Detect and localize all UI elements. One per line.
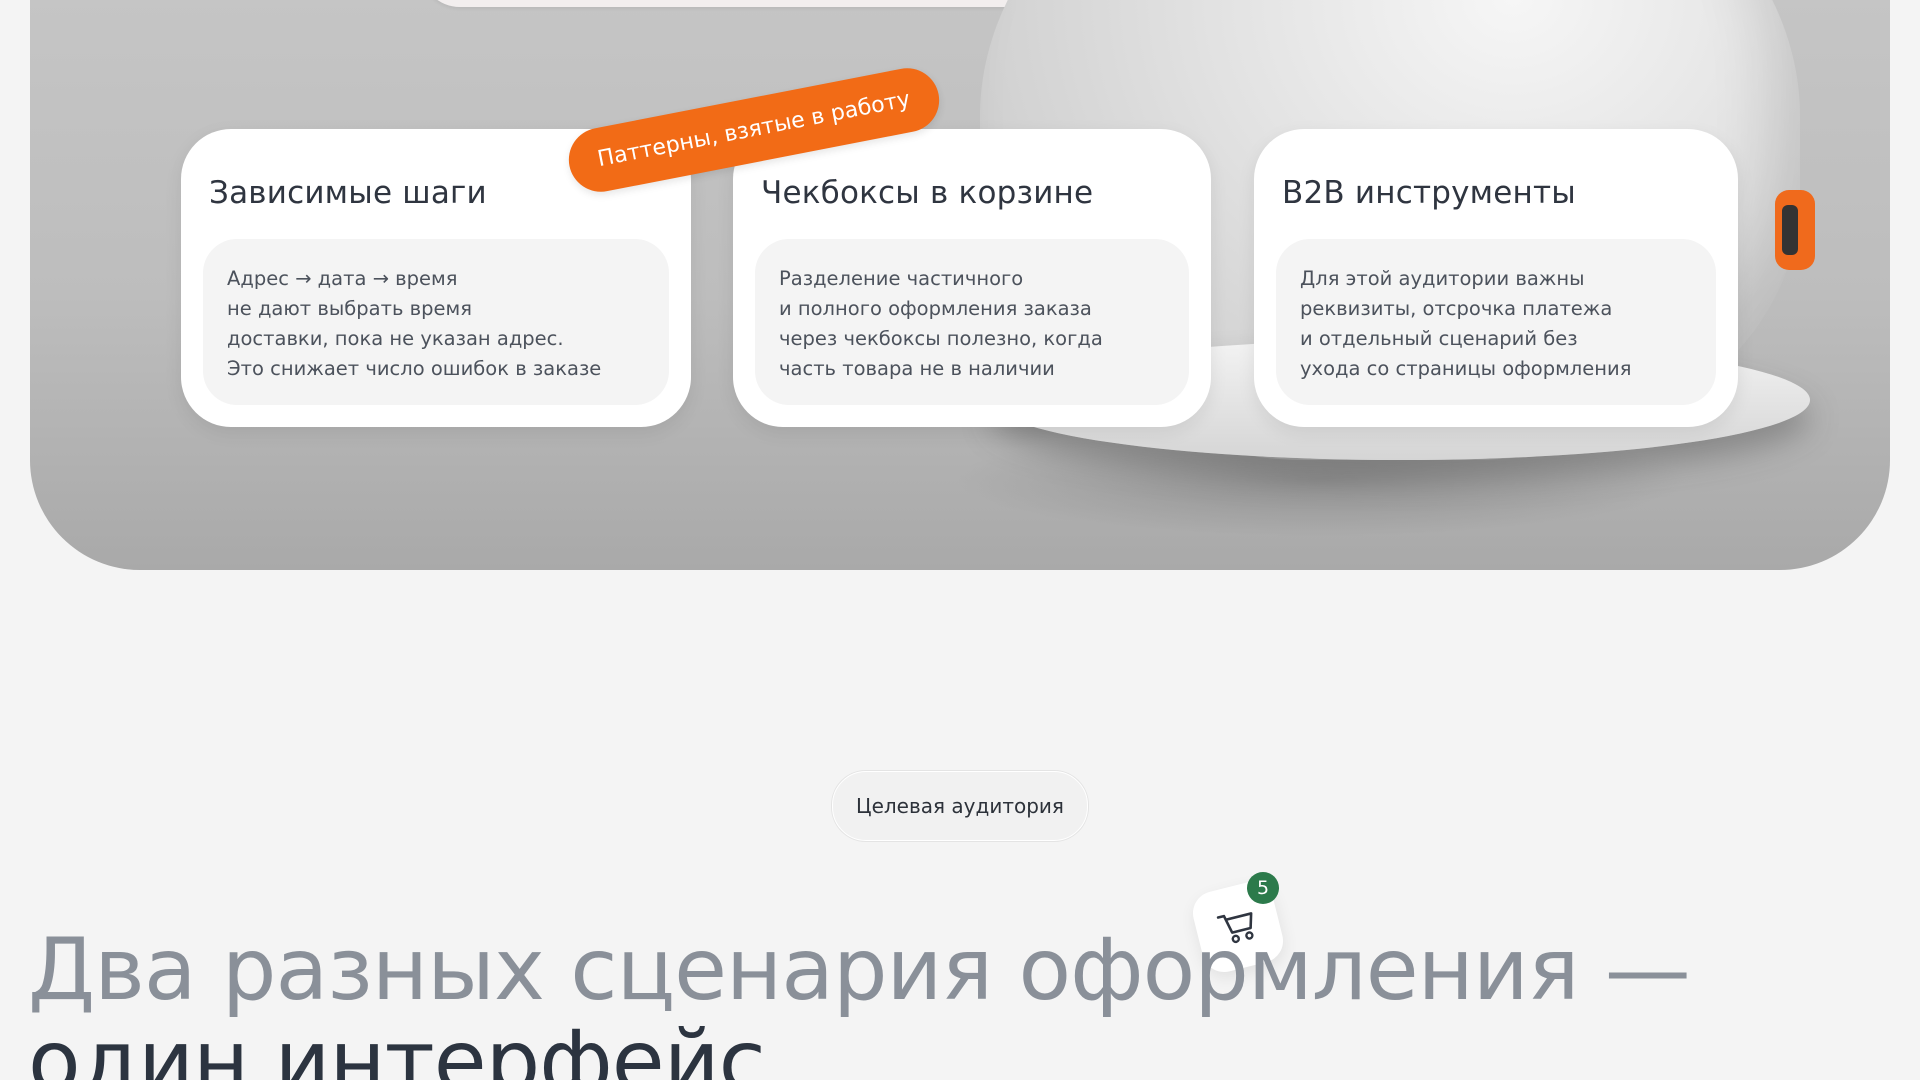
card-text-line: Адрес → дата → время (227, 267, 458, 290)
card-title: Зависимые шаги (209, 175, 487, 211)
headline-line-1: Два разных сценария оформления — (28, 920, 1691, 1020)
page: Зависимые шаги Адрес → дата → время не д… (0, 0, 1920, 1080)
card-text-line: и полного оформления заказа (779, 297, 1092, 320)
target-audience-pill: Целевая аудитория (832, 771, 1088, 841)
card-text-line: часть товара не в наличии (779, 357, 1055, 380)
card-description: Разделение частичного и полного оформлен… (755, 239, 1189, 405)
card-title: Чекбоксы в корзине (761, 175, 1094, 211)
card-text-line: Это снижает число ошибок в заказе (227, 357, 602, 380)
headline-line-2: один интерфейс (28, 1012, 766, 1080)
pattern-card-cart-checkboxes: Чекбоксы в корзине Разделение частичного… (733, 129, 1211, 427)
card-text-line: и отдельный сценарий без (1300, 327, 1578, 350)
pattern-card-b2b-tools: B2B инструменты Для этой аудитории важны… (1254, 129, 1738, 427)
card-text-line: через чекбоксы полезно, когда (779, 327, 1103, 350)
helmet-clip-detail (1782, 205, 1798, 255)
card-text-line: Разделение частичного (779, 267, 1024, 290)
card-text-line: доставки, пока не указан адрес. (227, 327, 564, 350)
card-text-line: Для этой аудитории важны (1300, 267, 1585, 290)
card-text-line: не дают выбрать время (227, 297, 472, 320)
section-headline: Два разных сценария оформления — один ин… (28, 920, 1691, 1080)
card-description: Адрес → дата → время не дают выбрать вре… (203, 239, 669, 405)
card-title: B2B инструменты (1282, 175, 1576, 211)
card-text-line: реквизиты, отсрочка платежа (1300, 297, 1613, 320)
card-text-line: ухода со страницы оформления (1300, 357, 1632, 380)
card-description: Для этой аудитории важны реквизиты, отср… (1276, 239, 1716, 405)
cart-count-badge: 5 (1247, 872, 1279, 904)
